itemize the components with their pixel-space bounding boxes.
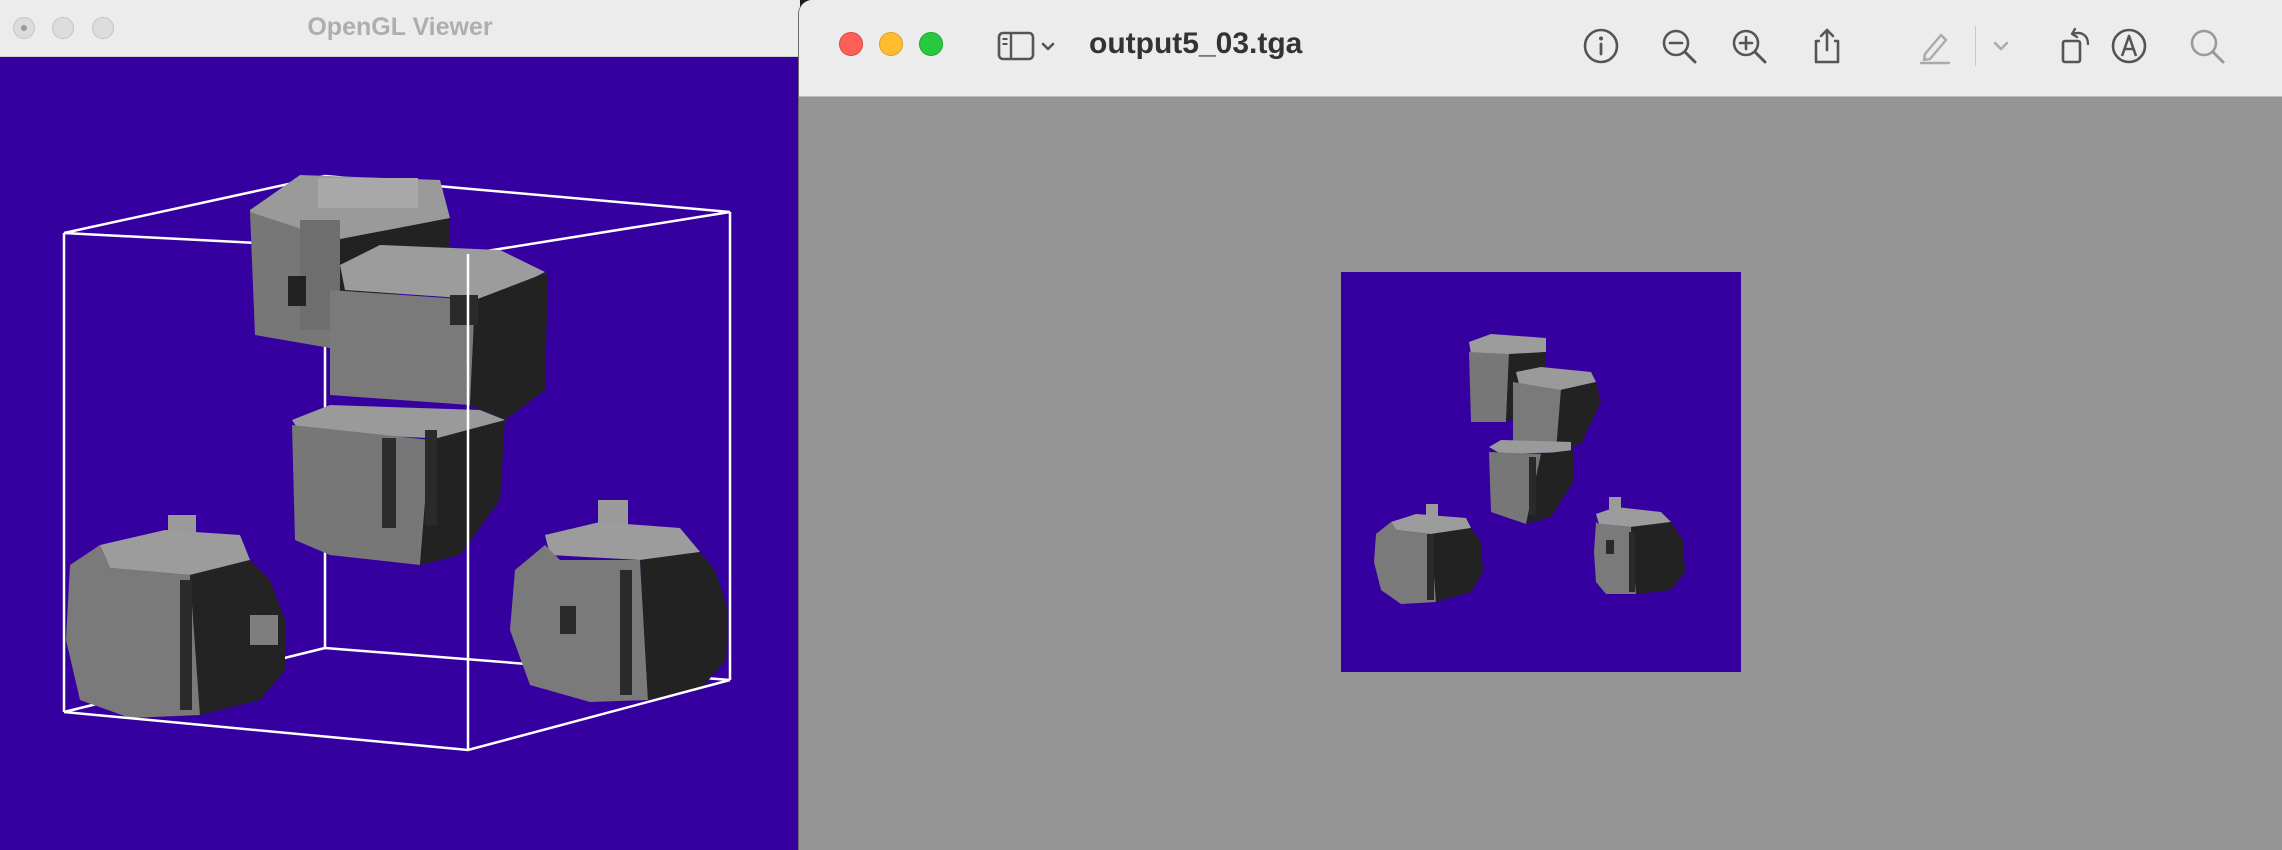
fullscreen-button[interactable] <box>919 32 943 56</box>
share-button[interactable] <box>1805 24 1849 68</box>
annotate-button[interactable] <box>2107 24 2151 68</box>
markup-button[interactable] <box>1913 24 1957 68</box>
minimize-button[interactable] <box>879 32 903 56</box>
preview-image[interactable] <box>1341 272 1741 672</box>
zoom-in-button[interactable] <box>1727 24 1771 68</box>
sidebar-toggle-icon <box>997 31 1055 61</box>
zoom-out-icon <box>1662 29 1697 64</box>
window-title: OpenGL Viewer <box>307 13 493 41</box>
toolbar-separator <box>1975 26 1976 66</box>
voxel-object-upper <box>250 175 548 565</box>
voxel-object-right <box>510 500 728 702</box>
voxel-object-left <box>66 515 285 718</box>
sidebar-toggle-button[interactable] <box>995 24 1059 68</box>
info-icon <box>1583 28 1619 64</box>
zoom-in-icon <box>1732 29 1767 64</box>
chevron-down-icon <box>1993 41 2009 51</box>
opengl-viewer-window: OpenGL Viewer <box>0 0 800 850</box>
markup-menu-button[interactable] <box>1983 24 2019 68</box>
document-title: output5_03.tga <box>1089 27 1303 60</box>
preview-window: output5_03.tga <box>798 0 2282 850</box>
opengl-render-canvas[interactable] <box>0 56 800 850</box>
preview-toolbar: output5_03.tga <box>799 0 2282 97</box>
search-icon <box>2190 29 2225 64</box>
opengl-titlebar: OpenGL Viewer <box>0 0 800 57</box>
close-button[interactable] <box>839 32 863 56</box>
rotate-icon <box>2061 27 2090 64</box>
info-button[interactable] <box>1579 24 1623 68</box>
annotate-icon <box>2111 28 2147 64</box>
markup-pencil-icon <box>1919 33 1951 65</box>
zoom-out-button[interactable] <box>1657 24 1701 68</box>
share-icon <box>1814 28 1840 64</box>
search-button[interactable] <box>2185 24 2229 68</box>
rotate-button[interactable] <box>2053 24 2097 68</box>
